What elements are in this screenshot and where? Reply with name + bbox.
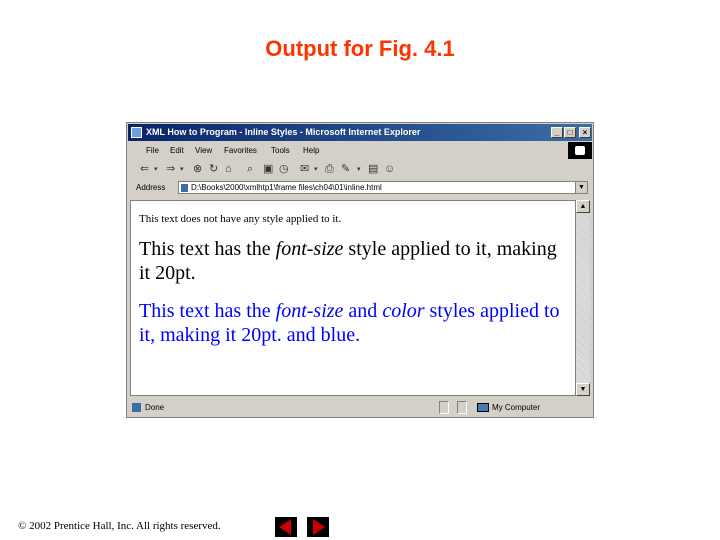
slide-title: Output for Fig. 4.1 [265,36,455,61]
edit-dropdown-icon[interactable]: ▾ [357,162,361,177]
minimize-button[interactable]: _ [551,127,563,138]
text-emphasis: font-size [275,238,344,260]
scroll-down-icon[interactable]: ▼ [576,383,590,396]
mail-dropdown-icon[interactable]: ▾ [314,162,318,177]
status-bar: Done My Computer [128,399,592,416]
address-label: Address [136,183,166,192]
text-emphasis: color [382,300,425,322]
stop-icon[interactable]: ⊗ [193,162,202,177]
maximize-button[interactable]: □ [564,127,576,138]
done-page-icon [132,403,141,412]
refresh-icon[interactable]: ↻ [209,162,218,177]
next-slide-button[interactable] [307,517,329,537]
messenger-icon[interactable]: ☺ [384,162,395,177]
ie-icon [131,127,142,138]
favorites-icon[interactable]: ▣ [263,162,273,177]
address-bar: Address D:\Books\2000\xmlhtp1\frame file… [128,180,592,196]
page-content: This text does not have any style applie… [130,200,576,396]
scroll-up-icon[interactable]: ▲ [576,200,590,213]
menu-help[interactable]: Help [303,142,319,159]
menu-view[interactable]: View [195,142,212,159]
menu-file[interactable]: File [146,142,159,159]
zone-text: My Computer [492,403,541,412]
history-icon[interactable]: ◷ [279,162,289,177]
unstyled-text: This text does not have any style applie… [139,213,342,225]
browser-window: XML How to Program - Inline Styles - Mic… [126,122,594,418]
copyright-notice: © 2002 Prentice Hall, Inc. All rights re… [18,520,221,532]
menu-bar: File Edit View Favorites Tools Help [128,142,568,159]
font-size-text: This text has the font-size style applie… [139,237,569,285]
menu-favorites[interactable]: Favorites [224,142,257,159]
menu-edit[interactable]: Edit [170,142,184,159]
print-icon[interactable]: ⎙ [325,162,334,177]
address-url: D:\Books\2000\xmlhtp1\frame files\ch04\0… [191,183,382,192]
previous-slide-button[interactable] [275,517,297,537]
font-size-color-text: This text has the font-size and color st… [139,299,574,347]
text-segment: This text has the [139,238,276,260]
edit-icon[interactable]: ✎ [341,162,350,177]
computer-icon [477,403,489,412]
search-icon[interactable]: ⌕ [247,162,253,177]
status-text: Done [145,403,165,412]
close-button[interactable]: × [579,127,591,138]
back-dropdown-icon[interactable]: ▾ [154,162,158,177]
address-input[interactable]: D:\Books\2000\xmlhtp1\frame files\ch04\0… [178,181,588,194]
home-icon[interactable]: ⌂ [225,162,232,177]
mail-icon[interactable]: ✉ [300,162,309,177]
toolbar: ⇐ ▾ ⇒ ▾ ⊗ ↻ ⌂ ⌕ ▣ ◷ ✉ ▾ ⎙ ✎ ▾ ▤ ☺ [128,160,592,179]
address-dropdown-icon[interactable]: ▼ [575,182,587,193]
text-segment: and [343,300,383,322]
windows-logo-icon [575,146,585,155]
menu-tools[interactable]: Tools [271,142,290,159]
forward-dropdown-icon[interactable]: ▾ [180,162,184,177]
arrow-left-icon [279,519,291,535]
status-divider [439,401,449,414]
status-divider [457,401,467,414]
page-icon [181,184,188,192]
back-icon[interactable]: ⇐ [140,162,149,177]
discuss-icon[interactable]: ▤ [368,162,378,177]
forward-icon[interactable]: ⇒ [166,162,175,177]
title-bar[interactable]: XML How to Program - Inline Styles - Mic… [128,124,592,141]
arrow-right-icon [313,519,325,535]
window-title: XML How to Program - Inline Styles - Mic… [146,127,421,137]
text-emphasis: font-size [275,300,344,322]
vertical-scrollbar[interactable]: ▲ ▼ [576,200,590,396]
ie-throbber [568,142,592,159]
text-segment: This text has the [139,300,276,322]
